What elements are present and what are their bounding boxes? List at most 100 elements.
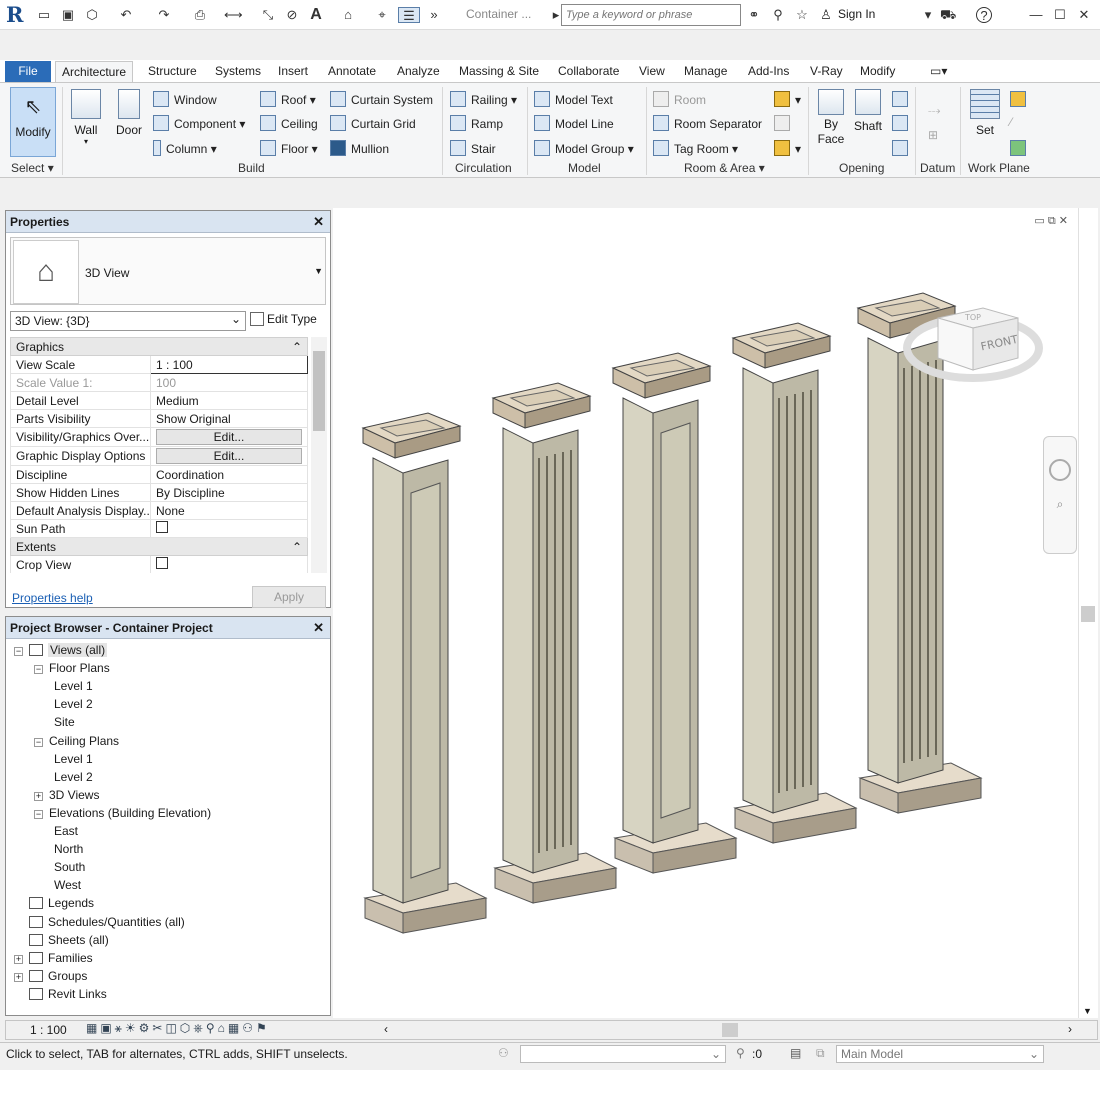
zoom-icon[interactable]: ⌕ [1044,497,1076,512]
undo-icon[interactable]: ↶ [118,7,134,23]
save-icon[interactable]: ▣ [60,7,76,23]
tab-manage[interactable]: Manage [684,64,727,78]
tree-item[interactable]: Sheets (all) [14,933,109,947]
tree-item[interactable]: +3D Views [34,788,99,802]
open-icon[interactable]: ▭ [36,7,52,23]
room-button[interactable]: Room [653,91,706,107]
filter-icon[interactable]: ⚲ [736,1046,745,1060]
binoculars-icon[interactable]: ⚭ [746,7,762,23]
checkbox[interactable] [156,521,168,533]
tab-view[interactable]: View [639,64,665,78]
section-icon[interactable]: ⌖ [374,7,390,23]
3d-view-canvas[interactable]: ▭ ⧉ ✕ FRONT TOP ⌕ [333,208,1078,1018]
model-line-button[interactable]: Model Line [534,115,614,131]
tree-item[interactable]: Site [54,715,75,729]
property-row[interactable]: Sun Path [10,519,308,538]
tab-annotate[interactable]: Annotate [328,64,376,78]
dormer-button[interactable] [892,140,913,156]
steering-wheel-icon[interactable] [1049,459,1071,481]
property-row[interactable]: Graphic Display Options Edit... [10,446,308,466]
user-icon[interactable]: ♙ [818,7,834,23]
cart-icon[interactable]: ⛟ [940,7,956,23]
close-icon[interactable]: ✕ [313,214,324,230]
floor-button[interactable]: Floor ▾ [260,140,318,156]
print-icon[interactable]: ⎙ [192,7,208,23]
tree-item[interactable]: Revit Links [14,987,107,1001]
property-group[interactable]: Graphics ⌃ [10,337,308,356]
measure-icon[interactable]: ⟷ [224,7,243,23]
component-button[interactable]: Component ▾ [153,115,245,131]
apply-button[interactable]: Apply [252,586,326,608]
tree-item[interactable]: Level 2 [54,770,93,784]
shaft-button[interactable]: Shaft [851,89,885,133]
tree-item[interactable]: North [54,842,83,856]
curtain-grid-button[interactable]: Curtain Grid [330,115,416,131]
property-group[interactable]: Extents ⌃ [10,537,308,556]
mullion-button[interactable]: Mullion [330,140,389,156]
door-button[interactable]: Door [112,89,146,137]
property-row[interactable]: View Scale 1 : 100 [10,355,308,374]
ref-plane-button[interactable]: ⁄ [1010,115,1012,129]
maximize-icon[interactable]: ☐ [1052,7,1068,23]
properties-help-link[interactable]: Properties help [12,591,93,605]
edit-button[interactable]: Edit... [156,429,302,445]
chevron-down-icon[interactable]: ▼ [314,266,323,276]
close-icon[interactable]: ✕ [313,620,324,636]
property-value[interactable]: By Discipline [156,486,225,500]
tree-item[interactable]: South [54,860,85,874]
modify-button[interactable]: ⇖ Modify [10,87,56,157]
tab-modify[interactable]: Modify [860,64,895,78]
viewer-button[interactable] [1010,140,1031,156]
ramp-button[interactable]: Ramp [450,115,503,131]
property-row[interactable]: Visibility/Graphics Over... Edit... [10,427,308,447]
sync-icon[interactable]: ⬡ [84,7,100,23]
edit-button[interactable]: Edit... [156,448,302,464]
tree-item[interactable]: West [54,878,81,892]
tab-add-ins[interactable]: Add-Ins [748,64,789,78]
tree-item[interactable]: Legends [14,896,94,910]
tree-item[interactable]: + Families [14,951,93,965]
tag-area-button[interactable]: ▾ [774,140,801,156]
model-group-button[interactable]: Model Group ▾ [534,140,634,156]
search-input[interactable] [561,4,741,26]
type-selector[interactable]: ⌂ 3D View ▼ [10,237,326,305]
3d-view-icon[interactable]: ⌂ [340,7,356,23]
wall-button[interactable]: Wall ▾ [68,89,104,146]
select-panel-label[interactable]: Select ▾ [11,161,54,175]
railing-button[interactable]: Railing ▾ [450,91,517,107]
tab-systems[interactable]: Systems [215,64,261,78]
text-icon[interactable]: A [308,7,324,23]
ribbon-options-icon[interactable]: ▭▾ [930,64,947,78]
property-row[interactable]: Crop View [10,555,308,573]
instance-selector[interactable]: 3D View: {3D} ⌄ [10,311,246,331]
property-row[interactable]: Scale Value 1: 100 [10,373,308,392]
scroll-right-icon[interactable]: › [1068,1022,1072,1036]
worksets-icon[interactable]: ⚇ [498,1046,509,1060]
design-option-select[interactable]: Main Model ⌄ [836,1045,1044,1063]
more-icon[interactable]: » [426,7,442,23]
revit-app-menu-icon[interactable]: R [6,2,23,27]
tree-item[interactable]: − Floor Plans [34,661,110,675]
tag-icon[interactable]: ⊘ [284,7,300,23]
editable-only-icon[interactable]: ▤ [790,1046,801,1060]
subscription-icon[interactable]: ⚲ [770,7,786,23]
level-icon[interactable]: ⤏ [928,103,940,118]
tree-item[interactable]: − Ceiling Plans [34,734,119,748]
tab-massing-site[interactable]: Massing & Site [459,64,539,78]
property-value[interactable]: None [156,504,185,518]
navigation-bar[interactable]: ⌕ [1043,436,1077,554]
set-work-plane-button[interactable]: Set [966,89,1004,137]
workset-select[interactable]: ⌄ [520,1045,726,1063]
view-scale-button[interactable]: 1 : 100 [30,1023,67,1037]
tree-item[interactable]: + Groups [14,969,87,983]
properties-scrollbar[interactable] [311,337,327,573]
tab-collaborate[interactable]: Collaborate [558,64,619,78]
view-control-icons[interactable]: ▦▣⚹☀⚙✂◫⬡⎈⚲⌂▦⚇⚑ [86,1021,270,1036]
tab-insert[interactable]: Insert [278,64,308,78]
property-value[interactable]: 100 [156,376,176,390]
property-value[interactable]: Medium [156,394,199,408]
tab-file[interactable]: File [5,61,51,82]
tree-item[interactable]: − Views (all) [14,643,108,657]
favorites-star-icon[interactable]: ☆ [794,7,810,23]
model-text-button[interactable]: Model Text [534,91,613,107]
